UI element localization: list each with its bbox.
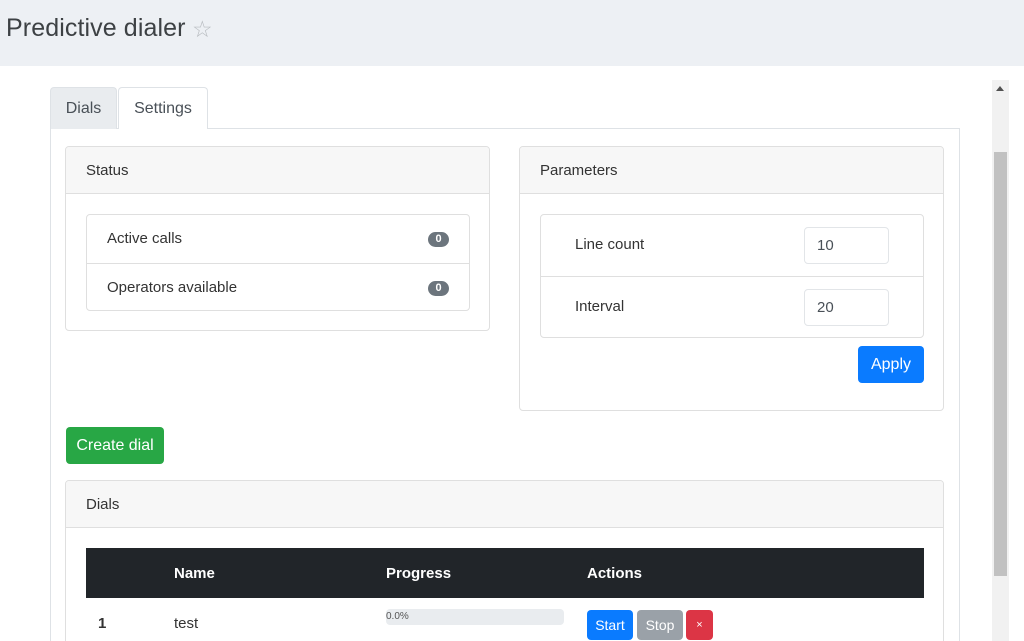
param-row-interval: Interval	[541, 276, 923, 337]
interval-label: Interval	[575, 298, 625, 315]
column-header-name: Name	[174, 565, 215, 582]
progress-text: 0.0%	[386, 611, 409, 622]
stop-button[interactable]: Stop	[637, 610, 683, 640]
dials-card-title: Dials	[66, 481, 943, 528]
status-list: Active calls 0 Operators available 0	[86, 214, 470, 311]
status-card: Status Active calls 0 Operators availabl…	[65, 146, 490, 331]
row-number: 1	[98, 615, 107, 632]
parameters-card-title: Parameters	[520, 147, 943, 194]
vertical-scrollbar[interactable]	[992, 80, 1009, 641]
status-card-title: Status	[66, 147, 489, 194]
create-dial-button[interactable]: Create dial	[66, 427, 164, 464]
scrollbar-thumb[interactable]	[994, 152, 1007, 576]
start-button[interactable]: Start	[587, 610, 633, 640]
list-item-active-calls: Active calls 0	[87, 215, 469, 263]
dials-card: Dials Name Progress Actions 1 test 0.0% …	[65, 480, 944, 641]
tab-dials[interactable]: Dials	[50, 87, 117, 129]
operators-available-badge: 0	[428, 281, 449, 296]
interval-input[interactable]	[804, 289, 889, 326]
tab-settings[interactable]: Settings	[118, 87, 208, 129]
scroll-up-arrow-icon[interactable]	[992, 80, 1009, 97]
delete-button[interactable]: ×	[686, 610, 713, 640]
page-header: Predictive dialer ☆	[0, 0, 1024, 66]
list-item-operators-available: Operators available 0	[87, 263, 469, 311]
dial-name: test	[174, 615, 199, 632]
line-count-input[interactable]	[804, 227, 889, 264]
line-count-label: Line count	[575, 236, 645, 253]
progress-bar: 0.0%	[386, 609, 564, 625]
column-header-actions: Actions	[587, 565, 643, 582]
active-calls-badge: 0	[428, 232, 449, 247]
active-calls-label: Active calls	[107, 230, 183, 247]
star-icon[interactable]: ☆	[192, 16, 213, 43]
column-header-progress: Progress	[386, 565, 452, 582]
parameters-list: Line count Interval	[540, 214, 924, 338]
dials-table-header: Name Progress Actions	[86, 548, 924, 598]
apply-button[interactable]: Apply	[858, 346, 924, 383]
parameters-card: Parameters Line count Interval Apply	[519, 146, 944, 411]
operators-available-label: Operators available	[107, 279, 238, 296]
param-row-line-count: Line count	[541, 215, 923, 276]
page-title: Predictive dialer	[6, 14, 186, 42]
table-row: 1 test 0.0% Start Stop ×	[86, 598, 924, 641]
